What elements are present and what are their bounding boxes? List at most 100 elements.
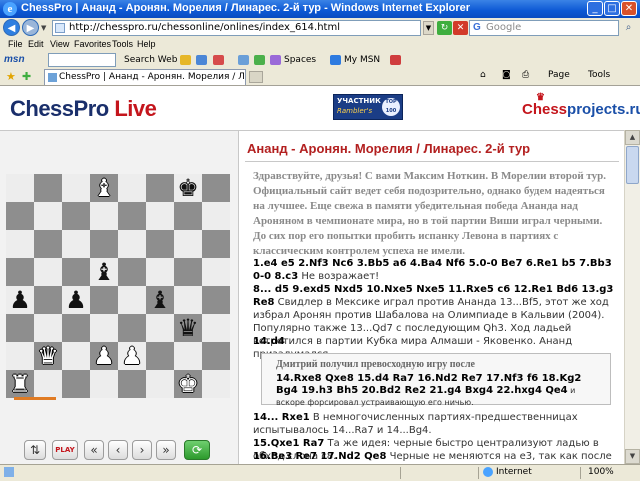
board-square[interactable] <box>34 202 62 230</box>
board-square[interactable]: ♝ <box>90 174 118 202</box>
board-square[interactable] <box>62 202 90 230</box>
board-square[interactable] <box>146 342 174 370</box>
white-pawn-piece[interactable]: ♟ <box>121 342 143 370</box>
news-icon[interactable] <box>254 55 265 65</box>
board-square[interactable]: ♛ <box>34 342 62 370</box>
menu-tools[interactable]: Tools <box>112 39 133 49</box>
board-square[interactable]: ♛ <box>174 314 202 342</box>
board-square[interactable]: ♚ <box>174 370 202 398</box>
board-square[interactable] <box>62 342 90 370</box>
white-bishop-piece[interactable]: ♝ <box>93 174 115 202</box>
board-square[interactable]: ♟ <box>62 286 90 314</box>
spaces-button[interactable]: Spaces <box>284 55 316 65</box>
flip-board-button[interactable]: ⇅ <box>24 440 46 460</box>
board-square[interactable] <box>34 314 62 342</box>
board-square[interactable] <box>90 314 118 342</box>
board-square[interactable] <box>90 370 118 398</box>
prev-move-button[interactable]: ‹ <box>108 440 128 460</box>
msn-search-input[interactable] <box>48 53 116 67</box>
scroll-down-button[interactable]: ▼ <box>625 449 640 464</box>
search-web-button[interactable]: Search Web <box>124 55 177 65</box>
board-square[interactable] <box>6 202 34 230</box>
first-move-button[interactable]: « <box>84 440 104 460</box>
address-dropdown-icon[interactable]: ▼ <box>423 21 434 35</box>
board-square[interactable] <box>146 258 174 286</box>
shopping-icon[interactable] <box>270 55 281 65</box>
board-square[interactable] <box>118 174 146 202</box>
board-square[interactable]: ♝ <box>90 258 118 286</box>
refresh-game-button[interactable]: ⟳ <box>184 440 210 460</box>
board-square[interactable] <box>146 174 174 202</box>
my-msn-button[interactable]: My MSN <box>344 55 380 65</box>
highlight-icon[interactable] <box>180 55 191 65</box>
board-square[interactable] <box>6 314 34 342</box>
moves-4[interactable]: 14... Rxe1 <box>253 412 310 423</box>
menu-edit[interactable]: Edit <box>28 39 44 49</box>
alerts-icon[interactable] <box>213 55 224 65</box>
stop-icon[interactable]: ✕ <box>453 21 468 35</box>
search-icon[interactable]: ⌕ <box>621 21 636 35</box>
vertical-scrollbar[interactable]: ▲ ▼ <box>624 130 640 464</box>
board-square[interactable] <box>202 370 230 398</box>
menu-help[interactable]: Help <box>137 39 156 49</box>
variation-move-list[interactable]: 14.Rxe8 Qxe8 15.d4 Ra7 16.Nd2 Re7 17.Nf3… <box>276 373 581 396</box>
board-square[interactable] <box>90 202 118 230</box>
scroll-up-button[interactable]: ▲ <box>625 130 640 145</box>
board-square[interactable] <box>202 230 230 258</box>
board-square[interactable] <box>146 314 174 342</box>
add-favorites-icon[interactable]: ✚ <box>22 70 31 83</box>
moves-6[interactable]: 16.Be3 Re7 17.Nd2 Qe8 <box>253 451 386 462</box>
history-dropdown-icon[interactable]: ▼ <box>41 24 46 32</box>
print-icon[interactable]: ⎙ <box>522 70 529 80</box>
board-square[interactable] <box>174 258 202 286</box>
board-square[interactable] <box>34 370 62 398</box>
board-square[interactable] <box>118 286 146 314</box>
msn-logo[interactable]: msn <box>4 54 25 65</box>
board-square[interactable] <box>6 342 34 370</box>
next-move-button[interactable]: › <box>132 440 152 460</box>
board-square[interactable] <box>62 314 90 342</box>
board-square[interactable] <box>146 370 174 398</box>
board-square[interactable] <box>202 258 230 286</box>
back-button[interactable]: ◀ <box>3 19 20 36</box>
white-king-piece[interactable]: ♚ <box>177 370 199 398</box>
feeds-icon[interactable]: ◙ <box>502 70 511 80</box>
board-square[interactable] <box>62 174 90 202</box>
board-square[interactable] <box>118 314 146 342</box>
board-square[interactable] <box>174 230 202 258</box>
moves-3[interactable]: 14.d4 <box>253 336 285 347</box>
board-square[interactable] <box>34 258 62 286</box>
board-square[interactable] <box>146 202 174 230</box>
board-square[interactable] <box>118 258 146 286</box>
board-square[interactable] <box>202 286 230 314</box>
board-square[interactable] <box>174 286 202 314</box>
board-square[interactable] <box>146 230 174 258</box>
board-square[interactable] <box>6 230 34 258</box>
tools-menu[interactable]: Tools <box>588 70 610 80</box>
white-rook-piece[interactable]: ♜ <box>9 370 31 398</box>
close-button[interactable]: ✕ <box>621 1 637 16</box>
address-url[interactable]: http://chesspro.ru/chessonline/onlines/i… <box>69 22 340 33</box>
search-box[interactable]: G Google <box>469 20 619 36</box>
board-square[interactable]: ♟ <box>118 342 146 370</box>
board-square[interactable] <box>62 370 90 398</box>
board-square[interactable] <box>118 230 146 258</box>
board-square[interactable]: ♚ <box>174 174 202 202</box>
board-square[interactable] <box>174 202 202 230</box>
home-icon[interactable]: ⌂ <box>480 70 486 80</box>
chesspro-live-logo[interactable]: ChessPro Live <box>10 96 157 122</box>
board-square[interactable] <box>62 230 90 258</box>
black-bishop-piece[interactable]: ♝ <box>93 258 115 286</box>
board-square[interactable]: ♟ <box>90 342 118 370</box>
msn-extra-icon[interactable] <box>390 55 401 65</box>
white-queen-piece[interactable]: ♛ <box>37 342 59 370</box>
last-move-button[interactable]: » <box>156 440 176 460</box>
board-square[interactable] <box>6 258 34 286</box>
page-menu[interactable]: Page <box>548 70 570 80</box>
favorites-star-icon[interactable]: ★ <box>6 70 16 83</box>
black-king-piece[interactable]: ♚ <box>177 174 199 202</box>
board-square[interactable] <box>202 202 230 230</box>
board-square[interactable] <box>118 370 146 398</box>
board-square[interactable] <box>34 174 62 202</box>
board-square[interactable] <box>34 286 62 314</box>
